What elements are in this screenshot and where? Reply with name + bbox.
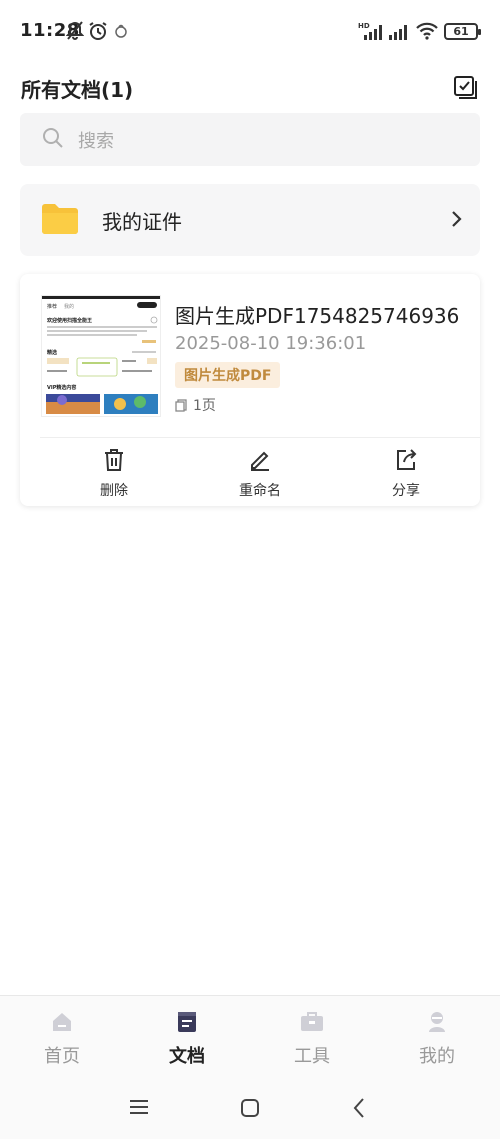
- share-button[interactable]: 分享: [366, 448, 446, 500]
- document-date: 2025-08-10 19:36:01: [175, 333, 367, 354]
- document-tag: 图片生成PDF: [175, 362, 281, 388]
- document-thumbnail[interactable]: 推荐 我的 欢迎使用扫描全能王 精选 VIP精选内容: [41, 295, 161, 417]
- delete-label: 删除: [100, 483, 128, 499]
- svg-text:HD: HD: [358, 22, 370, 30]
- document-card[interactable]: 推荐 我的 欢迎使用扫描全能王 精选 VIP精选内容 图片生成PDF175482…: [20, 274, 480, 506]
- folder-icon: [40, 201, 80, 239]
- wifi-icon: [416, 20, 438, 42]
- system-navigation-bar: [0, 1073, 500, 1139]
- thumb-heading: 欢迎使用扫描全能王: [46, 317, 92, 324]
- app-notification-icon: [114, 20, 128, 42]
- multi-select-button[interactable]: [452, 74, 478, 100]
- thumb-vip: VIP精选内容: [47, 384, 76, 391]
- folder-label: 我的证件: [102, 209, 182, 234]
- document-page-count: 1页: [193, 398, 216, 414]
- card-divider: [40, 437, 480, 438]
- nav-documents[interactable]: 文档: [142, 1010, 232, 1068]
- folder-my-documents[interactable]: 我的证件: [20, 184, 480, 256]
- back-icon[interactable]: [352, 1097, 366, 1123]
- pencil-icon: [248, 451, 272, 476]
- status-bar: 11:28 HD 61: [0, 0, 500, 62]
- search-placeholder: 搜索: [78, 130, 114, 152]
- share-label: 分享: [392, 483, 420, 499]
- thumb-tab-left: 推荐: [47, 303, 57, 310]
- signal-icon: [388, 20, 412, 42]
- rename-label: 重命名: [239, 483, 281, 499]
- nav-home-label: 首页: [44, 1046, 80, 1067]
- toolbox-icon: [299, 1012, 325, 1038]
- document-icon: [175, 1012, 199, 1038]
- muted-bell-icon: [66, 20, 84, 42]
- nav-documents-label: 文档: [169, 1046, 205, 1067]
- trash-icon: [103, 449, 125, 476]
- nav-tools-label: 工具: [294, 1046, 330, 1067]
- menu-icon[interactable]: [128, 1097, 150, 1121]
- document-name[interactable]: 图片生成PDF1754825746936: [175, 300, 459, 329]
- thumb-section: 精选: [47, 349, 57, 356]
- profile-icon: [425, 1012, 449, 1038]
- search-icon: [42, 127, 64, 153]
- home-button-icon[interactable]: [239, 1097, 261, 1123]
- delete-button[interactable]: 删除: [74, 448, 154, 500]
- thumb-tab-right: 我的: [64, 303, 74, 310]
- alarm-icon: [88, 20, 108, 42]
- search-input[interactable]: 搜索: [20, 113, 480, 166]
- battery-indicator: 61: [444, 23, 481, 40]
- hd-signal-icon: HD: [358, 20, 384, 42]
- rename-button[interactable]: 重命名: [220, 448, 300, 500]
- document-pages: 1页: [175, 395, 216, 415]
- page-title: 所有文档(1): [21, 78, 134, 102]
- nav-profile[interactable]: 我的: [392, 1010, 482, 1068]
- checkbox-select-icon: [454, 76, 477, 99]
- bottom-navigation: 首页 文档 工具 我的: [0, 995, 500, 1073]
- pages-icon: [175, 398, 187, 412]
- nav-profile-label: 我的: [419, 1046, 455, 1067]
- chevron-right-icon: [450, 210, 462, 232]
- home-icon: [50, 1013, 74, 1038]
- nav-home[interactable]: 首页: [17, 1010, 107, 1068]
- nav-tools[interactable]: 工具: [267, 1010, 357, 1068]
- share-icon: [394, 449, 418, 476]
